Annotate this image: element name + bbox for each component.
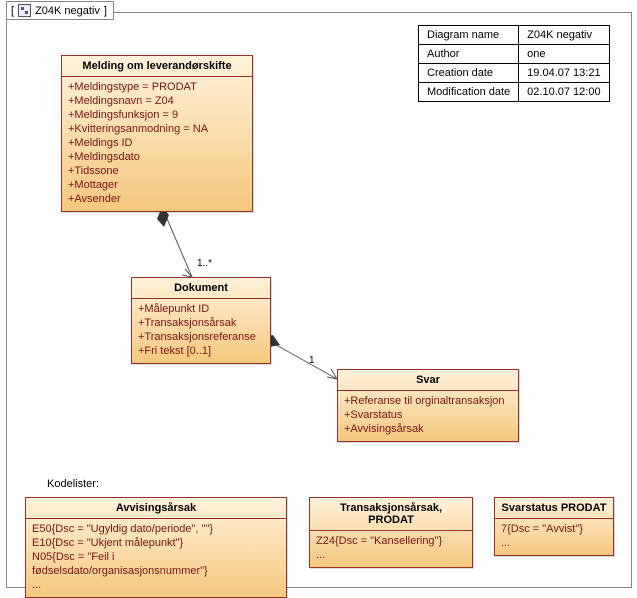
class-attrs: Z24{Dsc = "Kansellering"} ... [310,531,472,567]
class-transaksjonsarsak[interactable]: Transaksjonsårsak, PRODAT Z24{Dsc = "Kan… [309,497,473,568]
class-attrs: +Målepunkt ID +Transaksjonsårsak +Transa… [132,299,270,363]
attr: +Meldings ID [68,136,246,150]
meta-row: Diagram name Z04K negativ [419,26,610,45]
attr: +Tidssone [68,164,246,178]
class-attrs: E50{Dsc = "Ugyldig dato/periode", ""} E1… [26,519,286,597]
class-svar[interactable]: Svar +Referanse til orginaltransaksjon +… [337,369,519,442]
attr: E10{Dsc = "Ukjent målepunkt"} [32,536,280,550]
attr: +Meldingsnavn = Z04 [68,94,246,108]
multiplicity-dokument: 1..* [197,258,212,269]
meta-row: Author one [419,45,610,64]
attr: +Transaksjonsreferanse [138,330,264,344]
attr: ... [316,548,466,562]
attr: +Meldingsdato [68,150,246,164]
attr: +Transaksjonsårsak [138,316,264,330]
attr: E50{Dsc = "Ugyldig dato/periode", ""} [32,522,280,536]
frame-title-text: Z04K negativ [35,5,100,17]
meta-key: Author [419,45,519,64]
class-title: Transaksjonsårsak, PRODAT [310,498,472,531]
kodelister-label: Kodelister: [47,478,99,490]
class-svarstatus[interactable]: Svarstatus PRODAT 7{Dsc = "Avvist"} ... [494,497,614,556]
diagram-frame: [ Z04K negativ ] Diagram name Z04K negat… [6,12,632,588]
class-attrs: 7{Dsc = "Avvist"} ... [495,519,613,555]
attr: +Avvisingsårsak [344,422,512,436]
class-melding[interactable]: Melding om leverandørskifte +Meldingstyp… [61,55,253,212]
meta-row: Creation date 19.04.07 13:21 [419,64,610,83]
attr: +Avsender [68,192,246,206]
attr: +Meldingstype = PRODAT [68,80,246,94]
class-title: Svar [338,370,518,391]
frame-title: [ Z04K negativ ] [6,1,114,20]
attr: +Mottager [68,178,246,192]
attr: Z24{Dsc = "Kansellering"} [316,534,466,548]
meta-key: Modification date [419,83,519,102]
class-attrs: +Referanse til orginaltransaksjon +Svars… [338,391,518,441]
attr: 7{Dsc = "Avvist"} [501,522,607,536]
class-attrs: +Meldingstype = PRODAT +Meldingsnavn = Z… [62,77,252,211]
attr: +Referanse til orginaltransaksjon [344,394,512,408]
attr: +Svarstatus [344,408,512,422]
meta-val: 02.10.07 12:00 [519,83,609,102]
class-avvisingsarsak[interactable]: Avvisingsårsak E50{Dsc = "Ugyldig dato/p… [25,497,287,598]
meta-row: Modification date 02.10.07 12:00 [419,83,610,102]
class-title: Avvisingsårsak [26,498,286,519]
attr: +Kvitteringsanmodning = NA [68,122,246,136]
class-dokument[interactable]: Dokument +Målepunkt ID +Transaksjonsårsa… [131,277,271,364]
meta-val: one [519,45,609,64]
class-title: Dokument [132,278,270,299]
attr: ... [501,536,607,550]
meta-key: Diagram name [419,26,519,45]
attr: +Fri tekst [0..1] [138,344,264,358]
meta-key: Creation date [419,64,519,83]
meta-val: Z04K negativ [519,26,609,45]
class-title: Svarstatus PRODAT [495,498,613,519]
attr: ... [32,578,280,592]
frame-icon [18,4,31,17]
class-title: Melding om leverandørskifte [62,56,252,77]
meta-table: Diagram name Z04K negativ Author one Cre… [418,25,610,102]
attr: +Meldingsfunksjon = 9 [68,108,246,122]
multiplicity-svar: 1 [309,355,315,366]
attr: +Målepunkt ID [138,302,264,316]
attr: N05{Dsc = "Feil i fødselsdato/organisasj… [32,550,280,578]
meta-val: 19.04.07 13:21 [519,64,609,83]
